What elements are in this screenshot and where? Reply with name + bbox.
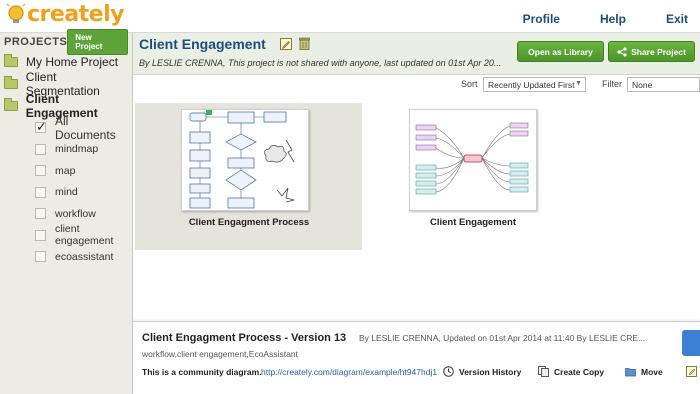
creately-logo[interactable]: creately [6, 2, 124, 27]
lightbulb-icon [6, 2, 26, 23]
edit-icon[interactable] [686, 366, 697, 377]
share-icon [617, 46, 627, 57]
create-copy-label: Create Copy [554, 366, 605, 377]
copy-icon [538, 366, 549, 377]
pencil-icon[interactable] [280, 38, 292, 50]
chevron-down-icon: ▼ [575, 80, 582, 87]
documents-area: Client Engagment Process Client Engageme… [133, 95, 700, 321]
mindmap-thumbnail [415, 122, 529, 195]
sort-select[interactable]: Recently Updated First ▼ [483, 77, 586, 92]
folder-icon [4, 76, 18, 89]
detail-author: By LESLIE CRENNA, Updated on 01st Apr 20… [359, 333, 646, 343]
tag-label: workflow [55, 207, 96, 220]
project-title: Client Engagement [139, 36, 266, 52]
create-copy-button[interactable]: Create Copy [538, 366, 604, 377]
share-project-label: Share Project [631, 46, 686, 57]
open-as-library-button[interactable]: Open as Library [517, 41, 604, 62]
sort-bar: Sort Recently Updated First ▼ Filter Non… [133, 75, 700, 95]
version-history-label: Version History [459, 366, 522, 377]
tag-label: mindmap [55, 143, 99, 156]
sort-label: Sort [461, 79, 478, 89]
document-thumbnail[interactable] [181, 109, 309, 211]
community-link[interactable]: http://creately.com/diagram/example/ht94… [261, 367, 437, 377]
history-icon [443, 366, 454, 377]
filter-label: Filter [602, 79, 622, 89]
checkbox[interactable] [35, 229, 46, 241]
open-as-library-label: Open as Library [528, 46, 593, 57]
tag-workflow[interactable]: workflow [0, 203, 132, 225]
flowchart-thumbnail [189, 110, 295, 209]
nav-profile[interactable]: Profile [523, 12, 560, 26]
sort-value: Recently Updated First [488, 80, 575, 90]
detail-title: Client Engagment Process - Version 13 [142, 332, 347, 344]
trash-icon[interactable] [299, 37, 310, 50]
top-nav: Profile Help Exit [483, 12, 688, 26]
document-title[interactable]: Client Engagement [383, 217, 563, 228]
document-thumbnail[interactable] [409, 109, 537, 211]
checkbox[interactable] [35, 165, 46, 177]
nav-exit[interactable]: Exit [666, 12, 688, 26]
tag-mind[interactable]: mind [0, 182, 132, 204]
project-header: Client Engagement By LESLIE CRENNA, This… [133, 33, 700, 75]
project-subtitle: By LESLIE CRENNA, This project is not sh… [139, 58, 502, 68]
sidebar-header: PROJECTS New Project [0, 29, 132, 55]
filter-value: None [632, 80, 653, 90]
checkbox[interactable] [35, 251, 46, 263]
document-title[interactable]: Client Engagment Process [159, 217, 339, 228]
tag-all-documents[interactable]: All Documents [0, 113, 132, 142]
tag-map[interactable]: map [0, 160, 132, 182]
share-project-button[interactable]: Share Project [608, 41, 695, 62]
checkbox[interactable] [35, 143, 46, 155]
version-history-button[interactable]: Version History [443, 366, 521, 377]
filter-select[interactable]: None [627, 77, 700, 92]
tag-label: mind [55, 186, 78, 199]
detail-tags: workflow,client engagement,EcoAssistant [142, 349, 298, 359]
folder-move-icon [625, 368, 636, 377]
folder-icon [4, 98, 18, 111]
community-note: This is a community diagram. [142, 367, 262, 377]
checkbox[interactable] [35, 208, 46, 220]
tag-label: All Documents [55, 113, 116, 142]
sidebar-title: PROJECTS [4, 36, 68, 48]
tag-label: client engagement [55, 223, 114, 248]
nav-help[interactable]: Help [600, 12, 626, 26]
checkbox[interactable] [35, 119, 47, 135]
open-document-button[interactable] [682, 330, 700, 356]
document-detail-panel: Client Engagment Process - Version 13 By… [133, 321, 700, 394]
project-label: My Home Project [26, 55, 119, 69]
checkbox[interactable] [35, 186, 46, 198]
tag-label: map [55, 164, 76, 177]
tag-ecoassistant[interactable]: ecoassistant [0, 246, 132, 268]
tag-client-engagement[interactable]: client engagement [0, 223, 132, 248]
move-label: Move [641, 366, 663, 377]
tag-label: ecoassistant [55, 250, 114, 263]
new-project-button[interactable]: New Project [67, 29, 128, 55]
logo-text: creately [27, 2, 124, 27]
projects-sidebar: PROJECTS New Project My Home Project Cli… [0, 29, 133, 394]
move-button[interactable]: Move [625, 366, 663, 377]
folder-icon [4, 54, 18, 67]
